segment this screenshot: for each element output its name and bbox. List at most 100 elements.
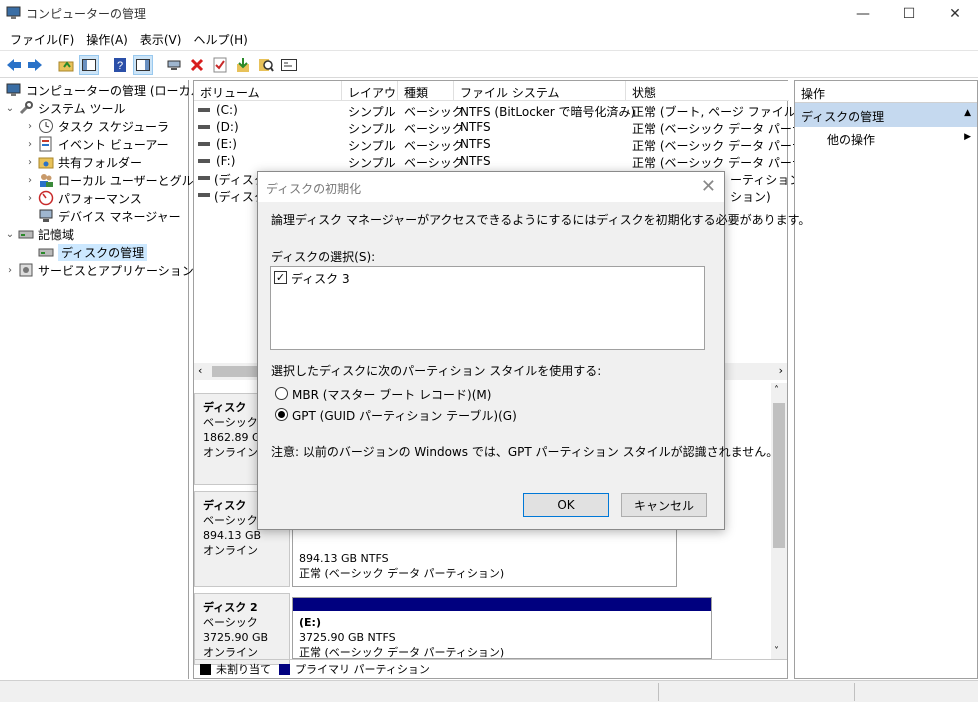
disk-label[interactable]: ディスク 2 ベーシック 3725.90 GB オンライン xyxy=(194,593,290,665)
column-header-type[interactable]: 種類 xyxy=(398,81,454,101)
table-row[interactable]: (E:) シンプル ベーシック NTFS 正常 (ベーシック データ パーティシ… xyxy=(194,136,839,153)
scroll-down-icon[interactable]: ˅ xyxy=(774,646,779,657)
collapse-up-icon[interactable]: ▲ xyxy=(964,108,971,118)
column-header-status[interactable]: 状態 xyxy=(626,81,789,101)
mbr-label[interactable]: MBR (マスター ブート レコード)(M) xyxy=(292,386,491,403)
tree-label: コンピューターの管理 (ローカル) xyxy=(26,83,208,98)
tree-label: 記憶域 xyxy=(38,227,75,242)
computer-management-icon xyxy=(6,6,21,19)
status-bar xyxy=(0,680,978,702)
chevron-right-icon[interactable]: › xyxy=(24,139,36,150)
connect-icon[interactable] xyxy=(164,55,184,75)
column-header-layout[interactable]: レイアウト xyxy=(342,81,408,101)
tree-label: デバイス マネージャー xyxy=(58,209,181,224)
dialog-title: ディスクの初期化 xyxy=(266,182,362,196)
menu-view[interactable]: 表示(V) xyxy=(134,28,188,50)
submenu-arrow-icon: ▶ xyxy=(964,132,971,142)
minimize-button[interactable]: — xyxy=(840,0,886,28)
maximize-button[interactable]: ☐ xyxy=(886,0,932,28)
table-row[interactable]: (F:) シンプル ベーシック NTFS 正常 (ベーシック データ パーティシ… xyxy=(194,153,839,170)
console-icon[interactable] xyxy=(279,55,299,75)
tree-label: イベント ビューアー xyxy=(58,137,169,152)
chevron-right-icon[interactable]: › xyxy=(24,175,36,186)
cancel-button[interactable]: キャンセル xyxy=(621,493,707,517)
title-bar: コンピューターの管理 — ☐ ✕ xyxy=(0,0,978,28)
gpt-radio[interactable] xyxy=(275,408,288,421)
scroll-left-icon[interactable]: ‹ xyxy=(198,364,202,377)
column-header-filesystem[interactable]: ファイル システム xyxy=(454,81,626,101)
tree-item-storage[interactable]: ⌄ 記憶域 xyxy=(4,225,74,243)
tree-item-disk-management[interactable]: ディスクの管理 xyxy=(24,243,148,261)
performance-icon xyxy=(38,190,54,206)
help-icon[interactable]: ? xyxy=(110,55,130,75)
vertical-scrollbar[interactable]: ˄ ˅ xyxy=(771,383,787,659)
chevron-right-icon[interactable]: › xyxy=(24,193,36,204)
back-arrow-icon[interactable] xyxy=(4,55,24,75)
disk-icon xyxy=(38,244,54,260)
dialog-note: 注意: 以前のバージョンの Windows では、GPT パーティション スタイ… xyxy=(271,445,779,459)
tree-item-performance[interactable]: › パフォーマンス xyxy=(24,189,142,207)
tree-item-device-manager[interactable]: デバイス マネージャー xyxy=(24,207,181,225)
tree-item-task-scheduler[interactable]: › タスク スケジューラ xyxy=(24,117,169,135)
computer-management-icon xyxy=(6,82,22,98)
primary-partition-bar xyxy=(293,598,711,611)
drive-icon xyxy=(198,193,210,197)
forward-arrow-icon[interactable] xyxy=(25,55,45,75)
ok-button[interactable]: OK xyxy=(523,493,609,517)
tree-label: タスク スケジューラ xyxy=(58,119,169,134)
disk-select-list[interactable]: ✓ ディスク 3 xyxy=(270,266,705,350)
menu-file[interactable]: ファイル(F) xyxy=(4,28,80,50)
storage-icon xyxy=(18,226,34,242)
window-title: コンピューターの管理 xyxy=(26,7,147,21)
chevron-right-icon[interactable]: › xyxy=(24,121,36,132)
unallocated-swatch xyxy=(200,663,211,675)
menu-action[interactable]: 操作(A) xyxy=(80,28,134,50)
users-icon xyxy=(38,172,54,188)
drive-icon xyxy=(198,176,210,180)
tree-item-root[interactable]: コンピューターの管理 (ローカル) xyxy=(4,81,207,99)
check-icon[interactable] xyxy=(210,55,230,75)
device-manager-icon xyxy=(38,208,54,224)
disk-3-checkbox[interactable]: ✓ xyxy=(274,271,287,284)
show-hide-tree-icon[interactable] xyxy=(79,55,99,75)
event-log-icon xyxy=(38,136,54,152)
shared-folder-icon xyxy=(38,154,54,170)
import-icon[interactable] xyxy=(233,55,253,75)
drive-icon xyxy=(198,142,210,146)
column-header-volume[interactable]: ボリューム xyxy=(194,81,342,101)
dialog-close-icon[interactable]: ✕ xyxy=(701,176,716,197)
table-row[interactable]: (D:) シンプル ベーシック NTFS 正常 (ベーシック データ パーティシ… xyxy=(194,119,839,136)
actions-disk-management[interactable]: ディスクの管理 ▲ xyxy=(795,103,977,127)
tree-item-shared-folders[interactable]: › 共有フォルダー xyxy=(24,153,142,171)
chevron-down-icon[interactable]: ⌄ xyxy=(4,103,16,114)
tools-icon xyxy=(18,100,34,116)
chevron-right-icon[interactable]: › xyxy=(4,265,16,276)
scroll-right-icon[interactable]: › xyxy=(779,364,783,377)
chevron-right-icon[interactable]: › xyxy=(24,157,36,168)
scroll-thumb[interactable] xyxy=(773,403,785,548)
tree-item-event-viewer[interactable]: › イベント ビューアー xyxy=(24,135,169,153)
tree-label: ディスクの管理 xyxy=(58,243,148,261)
tree-item-local-users[interactable]: › ローカル ユーザーとグループ xyxy=(24,171,217,189)
gpt-label[interactable]: GPT (GUID パーティション テーブル)(G) xyxy=(292,407,517,424)
mbr-radio[interactable] xyxy=(275,387,288,400)
drive-icon xyxy=(198,125,210,129)
drive-icon xyxy=(198,159,210,163)
menu-help[interactable]: ヘルプ(H) xyxy=(187,28,253,50)
scroll-up-icon[interactable]: ˄ xyxy=(774,385,779,396)
actions-header: 操作 xyxy=(795,81,977,103)
services-icon xyxy=(18,262,34,278)
properties-pane-icon[interactable] xyxy=(133,55,153,75)
chevron-down-icon[interactable]: ⌄ xyxy=(4,229,16,240)
tree-item-system-tools[interactable]: ⌄ システム ツール xyxy=(4,99,125,117)
up-folder-icon[interactable] xyxy=(56,55,76,75)
search-icon[interactable] xyxy=(256,55,276,75)
navigation-tree: コンピューターの管理 (ローカル) ⌄ システム ツール › タスク スケジュー… xyxy=(0,80,217,679)
svg-text:?: ? xyxy=(117,60,123,72)
tree-item-services[interactable]: › サービスとアプリケーション xyxy=(4,261,194,279)
partition-box[interactable]: (E:) 3725.90 GB NTFS 正常 (ベーシック データ パーティシ… xyxy=(292,597,712,659)
table-row[interactable]: (C:) シンプル ベーシック NTFS (BitLocker で暗号化済み) … xyxy=(194,102,839,119)
delete-icon[interactable] xyxy=(187,55,207,75)
close-button[interactable]: ✕ xyxy=(932,0,978,28)
actions-other[interactable]: 他の操作 ▶ xyxy=(795,127,977,149)
